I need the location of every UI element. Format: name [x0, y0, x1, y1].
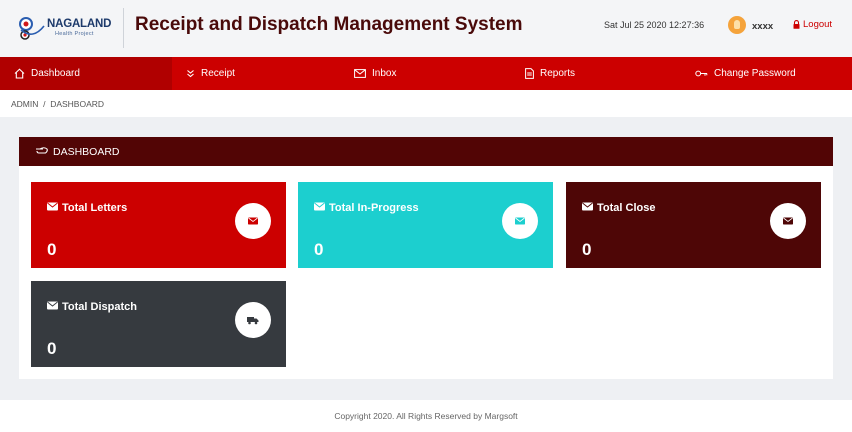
envelope-icon [582, 202, 593, 214]
nagaland-logo[interactable]: NAGALAND Health Project [17, 13, 112, 43]
app-title: Receipt and Dispatch Management System [135, 14, 523, 35]
nav-reports[interactable]: Reports [525, 57, 575, 90]
copyright-text: Copyright 2020. All Rights Reserved by M… [334, 411, 518, 421]
nav-inbox-label: Inbox [372, 68, 397, 79]
logout-label: Logout [803, 19, 833, 30]
home-icon [14, 68, 25, 79]
nav-receipt-label: Receipt [201, 68, 235, 79]
logout-link[interactable]: Logout [793, 19, 832, 30]
card-title-text: Total In-Progress [329, 202, 419, 214]
main-navbar: Dashboard Receipt Inbox Reports Change P… [0, 57, 852, 90]
user-avatar[interactable] [728, 16, 746, 34]
envelope-icon [248, 217, 258, 225]
nav-reports-label: Reports [540, 68, 576, 79]
card-title-text: Total Letters [62, 202, 128, 214]
card-title: Total Letters [47, 202, 127, 214]
current-datetime: Sat Jul 25 2020 12:27:36 [604, 20, 705, 30]
card-value: 0 [47, 240, 57, 259]
envelope-icon [47, 301, 58, 313]
truck-icon [247, 316, 259, 325]
logo-mark-icon [17, 14, 45, 42]
card-icon-circle [502, 203, 538, 239]
nav-inbox[interactable]: Inbox [354, 57, 396, 90]
card-title-text: Total Dispatch [62, 301, 137, 313]
card-title: Total Dispatch [47, 301, 137, 313]
nav-receipt[interactable]: Receipt [186, 57, 235, 90]
nav-dashboard-label: Dashboard [31, 68, 80, 79]
card-total-close[interactable]: Total Close 0 [566, 182, 821, 268]
breadcrumb: ADMIN / DASHBOARD [11, 99, 105, 109]
card-title: Total In-Progress [314, 202, 419, 214]
logo-name: NAGALAND [47, 17, 112, 30]
nav-change-password-label: Change Password [714, 68, 796, 79]
envelope-icon [47, 202, 58, 214]
lock-icon [793, 20, 800, 29]
card-icon-circle [770, 203, 806, 239]
panel-title: DASHBOARD [53, 145, 120, 158]
card-value: 0 [582, 240, 592, 259]
panel-header: DASHBOARD [19, 137, 833, 166]
card-total-dispatch[interactable]: Total Dispatch 0 [31, 281, 286, 367]
card-icon-circle [235, 203, 271, 239]
logo-subtitle: Health Project [55, 31, 94, 37]
envelope-icon [314, 202, 325, 214]
envelope-icon [515, 217, 525, 225]
document-icon [525, 68, 534, 79]
app-header: NAGALAND Health Project Receipt and Disp… [0, 0, 852, 57]
username[interactable]: xxxx [752, 21, 773, 32]
envelope-icon [783, 217, 793, 225]
nav-dashboard[interactable]: Dashboard [0, 57, 172, 90]
card-value: 0 [47, 339, 57, 358]
card-total-in-progress[interactable]: Total In-Progress 0 [298, 182, 553, 268]
card-value: 0 [314, 240, 324, 259]
card-title: Total Close [582, 202, 655, 214]
hand-pointer-icon [35, 146, 49, 158]
chevrons-down-icon [186, 69, 195, 78]
key-icon [695, 69, 708, 78]
header-divider [123, 8, 124, 48]
breadcrumb-bar [0, 90, 852, 117]
nav-change-password[interactable]: Change Password [695, 57, 796, 90]
card-title-text: Total Close [597, 202, 656, 214]
envelope-icon [354, 69, 366, 78]
card-icon-circle [235, 302, 271, 338]
card-total-letters[interactable]: Total Letters 0 [31, 182, 286, 268]
